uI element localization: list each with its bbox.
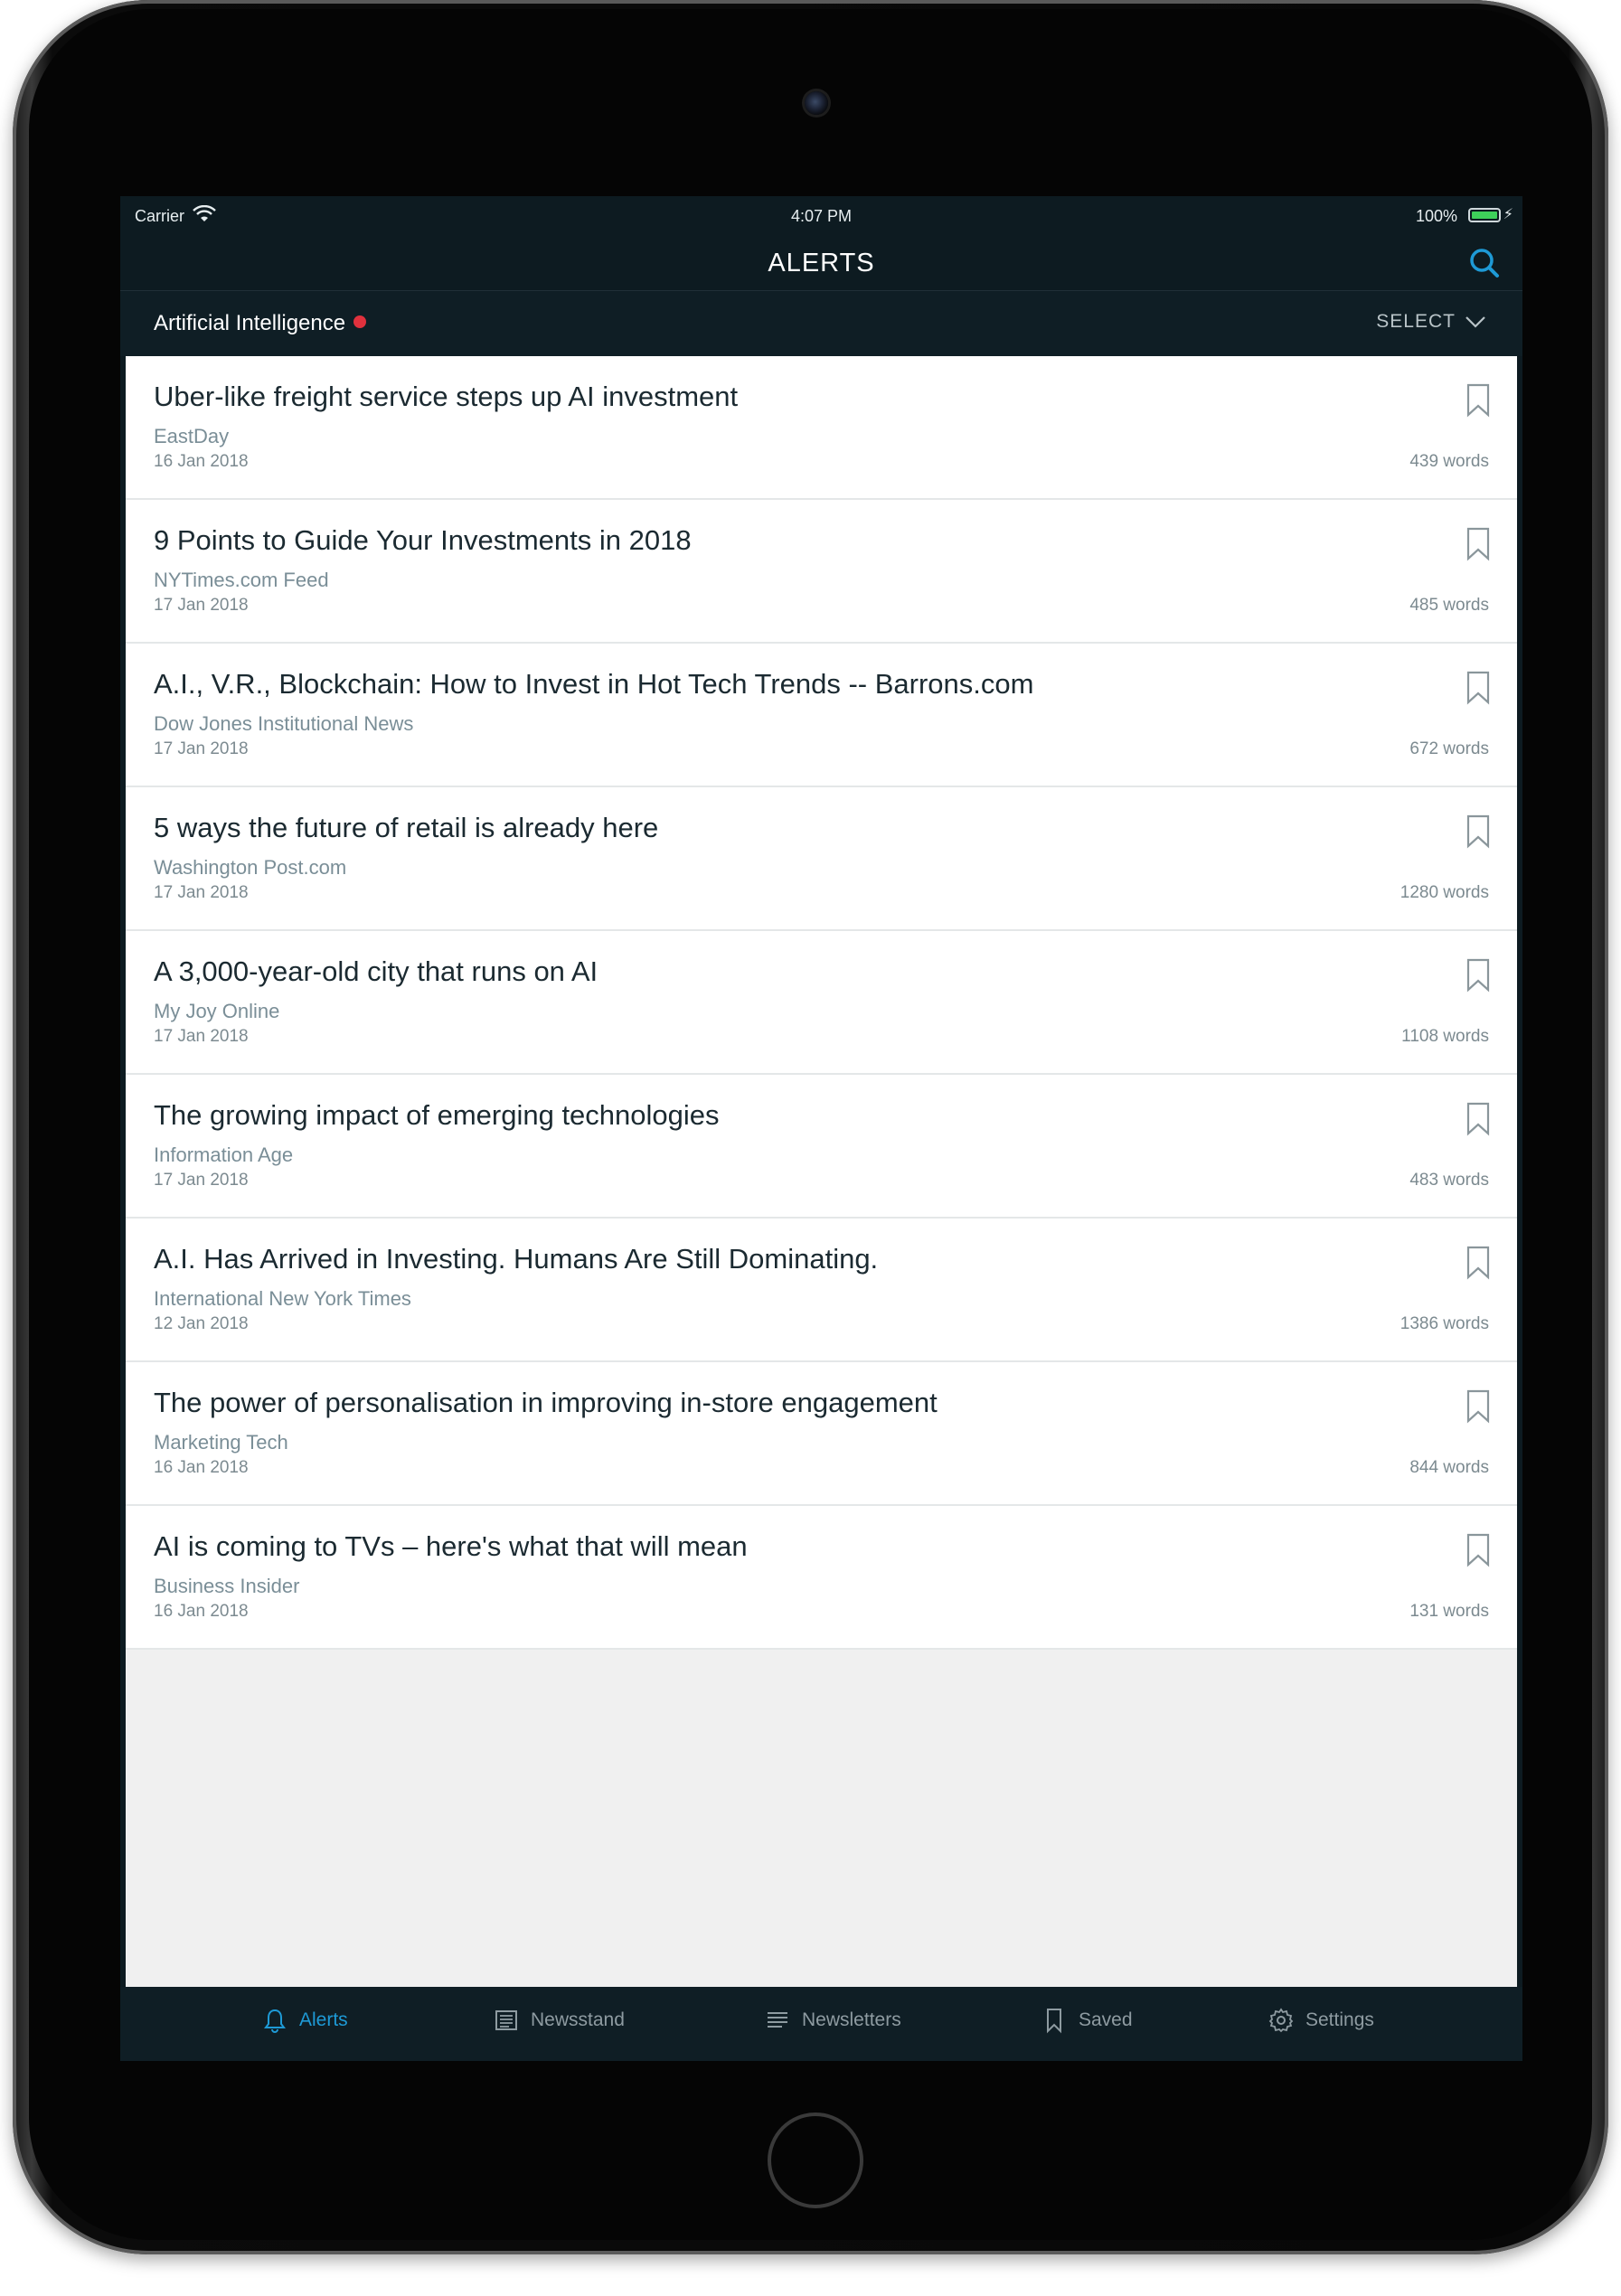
article-row[interactable]: The growing impact of emerging technolog… xyxy=(126,1075,1517,1219)
article-date: 17 Jan 2018 xyxy=(154,1171,249,1190)
bookmark-icon[interactable] xyxy=(1465,1389,1491,1424)
article-row[interactable]: Uber-like freight service steps up AI in… xyxy=(126,356,1517,500)
article-title: A.I., V.R., Blockchain: How to Invest in… xyxy=(154,668,1034,700)
article-date: 17 Jan 2018 xyxy=(154,883,249,902)
article-source: Marketing Tech xyxy=(154,1431,288,1454)
article-date: 16 Jan 2018 xyxy=(154,1458,249,1477)
article-source: International New York Times xyxy=(154,1287,411,1310)
article-source: Business Insider xyxy=(154,1575,300,1597)
article-word-count: 131 words xyxy=(1409,1602,1489,1621)
article-title: AI is coming to TVs – here's what that w… xyxy=(154,1530,748,1562)
article-word-count: 485 words xyxy=(1409,596,1489,615)
tab-newsletters[interactable]: Newsletters xyxy=(764,2007,901,2034)
article-word-count: 1108 words xyxy=(1401,1027,1489,1046)
alerts-content: Uber-like freight service steps up AI in… xyxy=(126,356,1517,1992)
article-row[interactable]: A.I. Has Arrived in Investing. Humans Ar… xyxy=(126,1219,1517,1362)
bookmark-icon[interactable] xyxy=(1465,527,1491,561)
bookmark-icon[interactable] xyxy=(1465,671,1491,705)
article-title: A.I. Has Arrived in Investing. Humans Ar… xyxy=(154,1243,879,1275)
tab-alerts[interactable]: Alerts xyxy=(261,2007,348,2034)
tab-label: Newsletters xyxy=(802,2009,901,2030)
article-word-count: 672 words xyxy=(1409,739,1489,758)
article-word-count: 1280 words xyxy=(1400,883,1489,902)
article-source: NYTimes.com Feed xyxy=(154,569,329,591)
article-word-count: 1386 words xyxy=(1400,1314,1489,1333)
article-row[interactable]: AI is coming to TVs – here's what that w… xyxy=(126,1506,1517,1650)
article-row[interactable]: A 3,000-year-old city that runs on AI My… xyxy=(126,931,1517,1075)
article-source: EastDay xyxy=(154,425,230,447)
bookmark-icon[interactable] xyxy=(1465,1246,1491,1280)
article-title: 9 Points to Guide Your Investments in 20… xyxy=(154,524,692,556)
article-source: My Joy Online xyxy=(154,1000,280,1022)
tab-label: Saved xyxy=(1079,2009,1133,2030)
article-source: Washington Post.com xyxy=(154,856,347,879)
article-date: 12 Jan 2018 xyxy=(154,1314,249,1333)
tab-label: Settings xyxy=(1305,2009,1374,2030)
article-title: The growing impact of emerging technolog… xyxy=(154,1099,720,1131)
article-date: 17 Jan 2018 xyxy=(154,596,249,615)
battery-icon xyxy=(1468,208,1501,222)
article-source: Dow Jones Institutional News xyxy=(154,712,414,735)
lines-icon xyxy=(768,2012,787,2028)
clock: 4:07 PM xyxy=(790,207,853,225)
article-word-count: 483 words xyxy=(1409,1171,1489,1190)
topic-label: Artificial Intelligence xyxy=(154,311,346,335)
tab-saved[interactable]: Saved xyxy=(1041,2007,1133,2034)
bell-icon xyxy=(264,2009,286,2033)
article-word-count: 844 words xyxy=(1409,1458,1489,1477)
article-date: 16 Jan 2018 xyxy=(154,452,249,471)
gear-icon xyxy=(1268,2008,1294,2033)
newspaper-icon xyxy=(495,2010,517,2030)
bookmark-icon[interactable] xyxy=(1465,383,1491,418)
article-word-count: 439 words xyxy=(1409,452,1489,471)
topic-name[interactable]: Artificial Intelligence xyxy=(154,311,367,336)
article-date: 17 Jan 2018 xyxy=(154,739,249,758)
article-row[interactable]: 9 Points to Guide Your Investments in 20… xyxy=(126,500,1517,644)
charging-icon: ⚡ xyxy=(1503,207,1513,222)
article-date: 16 Jan 2018 xyxy=(154,1602,249,1621)
front-camera xyxy=(805,91,828,115)
nav-bar: ALERTS xyxy=(120,236,1522,291)
home-button[interactable] xyxy=(768,2113,863,2208)
select-button[interactable]: SELECT xyxy=(1376,311,1486,333)
article-source: Information Age xyxy=(154,1143,294,1166)
chevron-down-icon xyxy=(1465,316,1485,328)
status-bar: Carrier 4:07 PM 100% ⚡ xyxy=(120,196,1522,236)
bookmark-icon xyxy=(1047,2009,1061,2034)
article-title: A 3,000-year-old city that runs on AI xyxy=(154,955,598,987)
select-label: SELECT xyxy=(1376,311,1456,332)
article-title: The power of personalisation in improvin… xyxy=(154,1387,938,1418)
article-list: Uber-like freight service steps up AI in… xyxy=(126,356,1517,1650)
tab-settings[interactable]: Settings xyxy=(1268,2007,1374,2034)
bookmark-icon[interactable] xyxy=(1465,814,1491,849)
tab-newsstand[interactable]: Newsstand xyxy=(493,2007,625,2034)
article-title: 5 ways the future of retail is already h… xyxy=(154,812,659,843)
search-icon[interactable] xyxy=(1466,245,1503,281)
tab-bar: Alerts Newsstand Newsletters Saved Setti… xyxy=(120,1987,1522,2061)
article-date: 17 Jan 2018 xyxy=(154,1027,249,1046)
bookmark-icon[interactable] xyxy=(1465,1533,1491,1567)
topic-filter-bar: Artificial Intelligence SELECT xyxy=(120,291,1522,356)
tablet-frame: Carrier 4:07 PM 100% ⚡ ALERTS Artificial… xyxy=(13,0,1608,2254)
battery-percent: 100% xyxy=(1415,207,1457,225)
tab-label: Newsstand xyxy=(531,2009,625,2030)
unread-indicator xyxy=(353,315,367,328)
article-row[interactable]: The power of personalisation in improvin… xyxy=(126,1362,1517,1506)
page-title: ALERTS xyxy=(768,249,875,278)
article-row[interactable]: A.I., V.R., Blockchain: How to Invest in… xyxy=(126,644,1517,787)
bookmark-icon[interactable] xyxy=(1465,1102,1491,1136)
bookmark-icon[interactable] xyxy=(1465,958,1491,993)
article-title: Uber-like freight service steps up AI in… xyxy=(154,381,739,412)
app-screen: Carrier 4:07 PM 100% ⚡ ALERTS Artificial… xyxy=(120,196,1522,2061)
article-row[interactable]: 5 ways the future of retail is already h… xyxy=(126,787,1517,931)
tab-label: Alerts xyxy=(299,2009,348,2030)
